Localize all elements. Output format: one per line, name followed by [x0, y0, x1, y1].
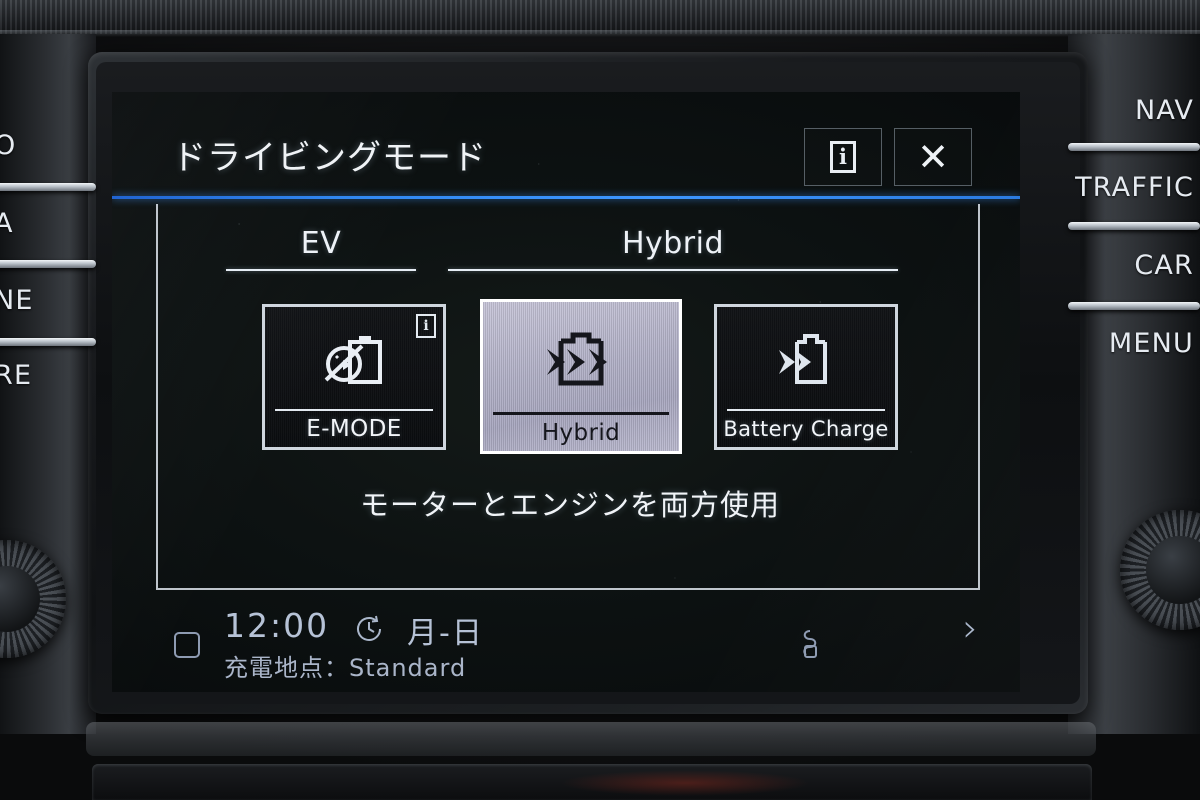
mode-description: モーターとエンジンを両方使用: [359, 488, 780, 522]
status-charge-point: 充電地点：Standard: [224, 654, 467, 682]
status-bar: 12:00 月-日 充電地点：Standard ›: [152, 600, 992, 684]
info-badge-icon[interactable]: i: [416, 314, 436, 338]
battery-bidirectional-flow-icon: [483, 302, 679, 412]
mode-tile-battery-charge[interactable]: Battery Charge: [714, 304, 898, 450]
mode-tile-hybrid[interactable]: Hybrid: [480, 299, 682, 454]
driving-mode-panel: EV Hybrid i E-MODE Hybrid Battery Charge…: [156, 204, 980, 590]
status-time: 12:00: [224, 606, 330, 645]
hardkey-label-left-2[interactable]: A: [0, 208, 14, 239]
hardkey-bar-nav[interactable]: [1068, 143, 1200, 151]
status-date: 月-日: [407, 616, 484, 651]
dashboard-top-trim: [0, 0, 1200, 34]
head-unit-dashboard: ドライビングモード i ✕ EV Hybrid i E-MODE Hybrid …: [0, 0, 1200, 800]
status-next-chevron[interactable]: ›: [963, 606, 978, 650]
hardkey-bar-left-1[interactable]: [0, 183, 96, 191]
dashboard-lower-glow: [560, 770, 810, 796]
column-rule-hybrid: [448, 269, 898, 271]
close-button[interactable]: ✕: [894, 128, 972, 186]
hardkey-label-left-3[interactable]: NE: [0, 285, 34, 316]
mode-tile-group: i E-MODE Hybrid Battery Charge: [158, 299, 982, 464]
header-accent-divider: [112, 196, 1020, 199]
column-rule-ev: [226, 269, 416, 271]
column-header-hybrid: Hybrid: [448, 226, 898, 271]
status-checkbox-icon[interactable]: [174, 632, 200, 658]
column-header-ev: EV: [226, 226, 416, 271]
timer-refresh-icon: [352, 612, 386, 650]
hardkey-label-left-1[interactable]: O: [0, 130, 16, 161]
close-icon: ✕: [917, 135, 949, 179]
hardkey-label-nav[interactable]: NAV: [1135, 95, 1194, 126]
infotainment-screen: ドライビングモード i ✕ EV Hybrid i E-MODE Hybrid …: [112, 92, 1020, 692]
hardkey-bar-car[interactable]: [1068, 302, 1200, 310]
hardkey-bar-left-2[interactable]: [0, 260, 96, 268]
column-label-ev: EV: [300, 226, 342, 261]
page-title: ドライビングモード: [172, 138, 487, 178]
hardkey-label-left-4[interactable]: RE: [0, 360, 32, 391]
mode-tile-e-mode-label: E-MODE: [306, 416, 402, 442]
mode-tile-e-mode[interactable]: i E-MODE: [262, 304, 446, 450]
column-label-hybrid: Hybrid: [621, 226, 725, 261]
screen-header: ドライビングモード i ✕: [112, 92, 1020, 204]
hardkey-label-menu[interactable]: MENU: [1109, 328, 1194, 359]
mode-tile-hybrid-label: Hybrid: [541, 420, 621, 446]
mode-tile-battery-charge-surface: Battery Charge: [714, 304, 898, 450]
mode-tile-battery-charge-label: Battery Charge: [723, 417, 889, 441]
hardkey-bar-traffic[interactable]: [1068, 222, 1200, 230]
mode-tile-hybrid-surface: Hybrid: [480, 299, 682, 454]
info-button[interactable]: i: [804, 128, 882, 186]
info-icon: i: [830, 141, 856, 173]
dashboard-top-trim-highlight: [0, 30, 1200, 37]
hardkey-label-car[interactable]: CAR: [1134, 250, 1194, 281]
hardkey-bar-left-3[interactable]: [0, 338, 96, 346]
mode-tile-e-mode-surface: i E-MODE: [262, 304, 446, 450]
battery-charge-arrows-icon: [717, 307, 895, 409]
hardkey-label-traffic[interactable]: TRAFFIC: [1075, 172, 1194, 203]
charging-plug-icon: [797, 628, 823, 666]
dashboard-lower-ledge: [86, 722, 1096, 756]
